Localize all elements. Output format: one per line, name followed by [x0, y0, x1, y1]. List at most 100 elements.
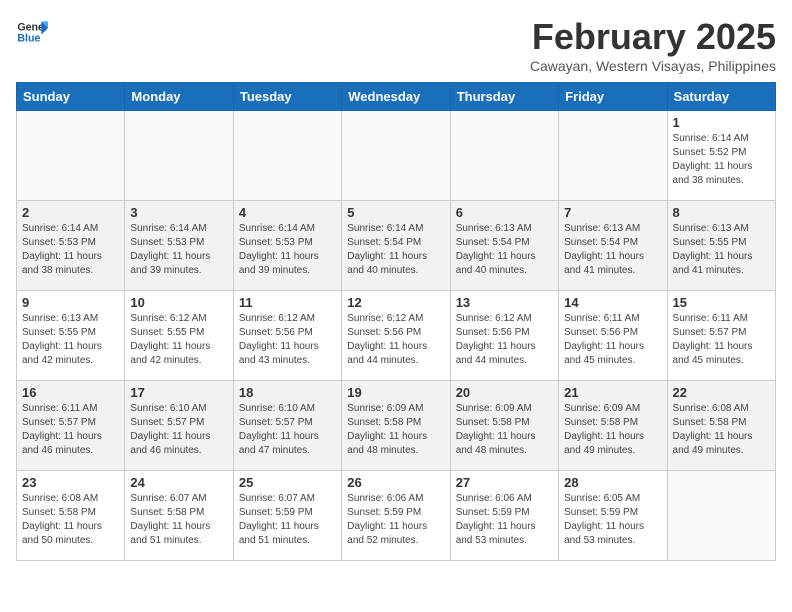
page-header: General Blue February 2025 Cawayan, West… [16, 16, 776, 74]
calendar-cell: 22 Sunrise: 6:08 AM Sunset: 5:58 PM Dayli… [667, 381, 775, 471]
day-info: Sunrise: 6:10 AM Sunset: 5:57 PM Dayligh… [239, 402, 336, 458]
day-number: 5 [347, 205, 444, 220]
day-info: Sunrise: 6:08 AM Sunset: 5:58 PM Dayligh… [673, 402, 770, 458]
day-number: 26 [347, 475, 444, 490]
day-info: Sunrise: 6:09 AM Sunset: 5:58 PM Dayligh… [456, 402, 553, 458]
calendar-cell: 23 Sunrise: 6:08 AM Sunset: 5:58 PM Dayli… [17, 471, 125, 561]
day-number: 1 [673, 115, 770, 130]
day-info: Sunrise: 6:12 AM Sunset: 5:56 PM Dayligh… [456, 312, 553, 368]
day-info: Sunrise: 6:07 AM Sunset: 5:58 PM Dayligh… [130, 492, 227, 548]
day-number: 25 [239, 475, 336, 490]
calendar-cell: 13 Sunrise: 6:12 AM Sunset: 5:56 PM Dayli… [450, 291, 558, 381]
calendar-cell: 19 Sunrise: 6:09 AM Sunset: 5:58 PM Dayli… [342, 381, 450, 471]
calendar-cell [17, 111, 125, 201]
calendar-cell [233, 111, 341, 201]
weekday-header-wednesday: Wednesday [342, 83, 450, 111]
day-number: 24 [130, 475, 227, 490]
day-info: Sunrise: 6:10 AM Sunset: 5:57 PM Dayligh… [130, 402, 227, 458]
day-number: 12 [347, 295, 444, 310]
weekday-header-friday: Friday [559, 83, 667, 111]
calendar-cell [667, 471, 775, 561]
day-number: 28 [564, 475, 661, 490]
calendar-week-row: 16Sunrise: 6:11 AM Sunset: 5:57 PM Dayli… [17, 381, 776, 471]
calendar-cell: 10 Sunrise: 6:12 AM Sunset: 5:55 PM Dayli… [125, 291, 233, 381]
calendar-cell: 7Sunrise: 6:13 AM Sunset: 5:54 PM Daylig… [559, 201, 667, 291]
day-number: 23 [22, 475, 119, 490]
day-info: Sunrise: 6:09 AM Sunset: 5:58 PM Dayligh… [564, 402, 661, 458]
day-number: 7 [564, 205, 661, 220]
calendar-cell [342, 111, 450, 201]
calendar-cell: 9 Sunrise: 6:13 AM Sunset: 5:55 PM Daylig… [17, 291, 125, 381]
day-number: 22 [673, 385, 770, 400]
day-number: 16 [22, 385, 119, 400]
calendar-header-row: SundayMondayTuesdayWednesdayThursdayFrid… [17, 83, 776, 111]
day-number: 13 [456, 295, 553, 310]
day-info: Sunrise: 6:13 AM Sunset: 5:54 PM Dayligh… [456, 222, 553, 278]
day-info: Sunrise: 6:14 AM Sunset: 5:53 PM Dayligh… [239, 222, 336, 278]
calendar-cell: 24 Sunrise: 6:07 AM Sunset: 5:58 PM Dayli… [125, 471, 233, 561]
day-number: 2 [22, 205, 119, 220]
svg-text:Blue: Blue [17, 32, 40, 44]
calendar-cell: 27 Sunrise: 6:06 AM Sunset: 5:59 PM Dayli… [450, 471, 558, 561]
day-info: Sunrise: 6:14 AM Sunset: 5:53 PM Dayligh… [130, 222, 227, 278]
calendar-cell: 26 Sunrise: 6:06 AM Sunset: 5:59 PM Dayli… [342, 471, 450, 561]
month-title: February 2025 [530, 16, 776, 58]
location-subtitle: Cawayan, Western Visayas, Philippines [530, 58, 776, 74]
day-info: Sunrise: 6:14 AM Sunset: 5:52 PM Dayligh… [673, 132, 770, 188]
day-info: Sunrise: 6:12 AM Sunset: 5:55 PM Dayligh… [130, 312, 227, 368]
day-info: Sunrise: 6:13 AM Sunset: 5:55 PM Dayligh… [22, 312, 119, 368]
day-number: 18 [239, 385, 336, 400]
calendar-cell: 17 Sunrise: 6:10 AM Sunset: 5:57 PM Dayli… [125, 381, 233, 471]
day-info: Sunrise: 6:13 AM Sunset: 5:55 PM Dayligh… [673, 222, 770, 278]
calendar-week-row: 1 Sunrise: 6:14 AM Sunset: 5:52 PM Daylig… [17, 111, 776, 201]
calendar-cell: 16Sunrise: 6:11 AM Sunset: 5:57 PM Dayli… [17, 381, 125, 471]
calendar-table: SundayMondayTuesdayWednesdayThursdayFrid… [16, 82, 776, 561]
weekday-header-sunday: Sunday [17, 83, 125, 111]
day-number: 6 [456, 205, 553, 220]
day-info: Sunrise: 6:11 AM Sunset: 5:57 PM Dayligh… [673, 312, 770, 368]
title-block: February 2025 Cawayan, Western Visayas, … [530, 16, 776, 74]
calendar-cell: 11Sunrise: 6:12 AM Sunset: 5:56 PM Dayli… [233, 291, 341, 381]
calendar-cell [450, 111, 558, 201]
weekday-header-saturday: Saturday [667, 83, 775, 111]
calendar-cell: 5Sunrise: 6:14 AM Sunset: 5:54 PM Daylig… [342, 201, 450, 291]
logo-icon: General Blue [16, 16, 48, 48]
day-info: Sunrise: 6:09 AM Sunset: 5:58 PM Dayligh… [347, 402, 444, 458]
day-number: 17 [130, 385, 227, 400]
weekday-header-tuesday: Tuesday [233, 83, 341, 111]
calendar-cell: 28 Sunrise: 6:05 AM Sunset: 5:59 PM Dayli… [559, 471, 667, 561]
day-number: 15 [673, 295, 770, 310]
calendar-week-row: 23 Sunrise: 6:08 AM Sunset: 5:58 PM Dayli… [17, 471, 776, 561]
calendar-week-row: 2 Sunrise: 6:14 AM Sunset: 5:53 PM Daylig… [17, 201, 776, 291]
calendar-cell: 20Sunrise: 6:09 AM Sunset: 5:58 PM Dayli… [450, 381, 558, 471]
day-info: Sunrise: 6:07 AM Sunset: 5:59 PM Dayligh… [239, 492, 336, 548]
day-number: 11 [239, 295, 336, 310]
day-info: Sunrise: 6:11 AM Sunset: 5:56 PM Dayligh… [564, 312, 661, 368]
calendar-cell: 25 Sunrise: 6:07 AM Sunset: 5:59 PM Dayli… [233, 471, 341, 561]
day-number: 19 [347, 385, 444, 400]
calendar-cell: 15 Sunrise: 6:11 AM Sunset: 5:57 PM Dayli… [667, 291, 775, 381]
day-info: Sunrise: 6:14 AM Sunset: 5:53 PM Dayligh… [22, 222, 119, 278]
day-info: Sunrise: 6:05 AM Sunset: 5:59 PM Dayligh… [564, 492, 661, 548]
day-number: 14 [564, 295, 661, 310]
logo: General Blue [16, 16, 48, 48]
calendar-cell: 18 Sunrise: 6:10 AM Sunset: 5:57 PM Dayli… [233, 381, 341, 471]
calendar-cell: 14 Sunrise: 6:11 AM Sunset: 5:56 PM Dayli… [559, 291, 667, 381]
day-number: 9 [22, 295, 119, 310]
day-number: 3 [130, 205, 227, 220]
calendar-cell: 4Sunrise: 6:14 AM Sunset: 5:53 PM Daylig… [233, 201, 341, 291]
calendar-cell: 6 Sunrise: 6:13 AM Sunset: 5:54 PM Daylig… [450, 201, 558, 291]
day-info: Sunrise: 6:06 AM Sunset: 5:59 PM Dayligh… [456, 492, 553, 548]
calendar-cell: 12 Sunrise: 6:12 AM Sunset: 5:56 PM Dayli… [342, 291, 450, 381]
calendar-cell [559, 111, 667, 201]
weekday-header-monday: Monday [125, 83, 233, 111]
day-info: Sunrise: 6:08 AM Sunset: 5:58 PM Dayligh… [22, 492, 119, 548]
calendar-week-row: 9 Sunrise: 6:13 AM Sunset: 5:55 PM Daylig… [17, 291, 776, 381]
day-number: 10 [130, 295, 227, 310]
day-info: Sunrise: 6:06 AM Sunset: 5:59 PM Dayligh… [347, 492, 444, 548]
calendar-cell: 3 Sunrise: 6:14 AM Sunset: 5:53 PM Daylig… [125, 201, 233, 291]
day-info: Sunrise: 6:12 AM Sunset: 5:56 PM Dayligh… [347, 312, 444, 368]
day-number: 21 [564, 385, 661, 400]
day-number: 27 [456, 475, 553, 490]
calendar-cell [125, 111, 233, 201]
